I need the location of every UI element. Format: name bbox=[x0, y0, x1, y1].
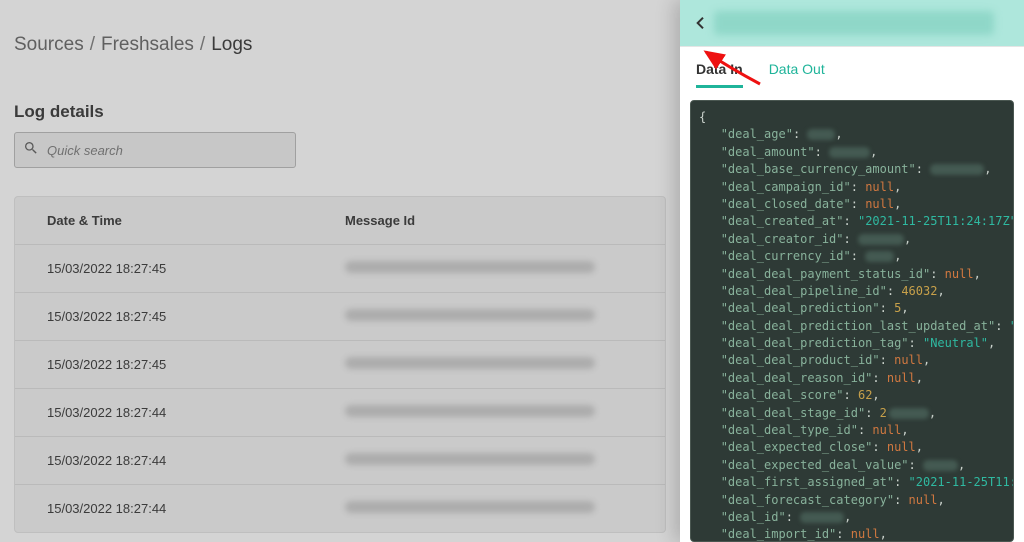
table-row[interactable]: 15/03/2022 18:27:44 bbox=[15, 437, 665, 485]
column-date: Date & Time bbox=[15, 213, 345, 228]
detail-panel: Data In Data Out { "deal_age": , "deal_a… bbox=[680, 0, 1024, 542]
table-row[interactable]: 15/03/2022 18:27:44 bbox=[15, 389, 665, 437]
breadcrumb-item[interactable]: Freshsales bbox=[101, 34, 194, 56]
table-row[interactable]: 15/03/2022 18:27:44 bbox=[15, 485, 665, 532]
cell-msg bbox=[345, 357, 665, 372]
cell-msg bbox=[345, 261, 665, 276]
cell-date: 15/03/2022 18:27:44 bbox=[15, 453, 345, 468]
table-row[interactable]: 15/03/2022 18:27:45 bbox=[15, 341, 665, 389]
tab-data-in[interactable]: Data In bbox=[696, 61, 743, 88]
json-viewer[interactable]: { "deal_age": , "deal_amount": , "deal_b… bbox=[690, 100, 1014, 542]
search-icon bbox=[23, 140, 45, 161]
search-box[interactable] bbox=[14, 132, 296, 168]
table-row[interactable]: 15/03/2022 18:27:45 bbox=[15, 245, 665, 293]
breadcrumb-item[interactable]: Sources bbox=[14, 34, 84, 56]
cell-msg bbox=[345, 309, 665, 324]
column-msg: Message Id bbox=[345, 213, 665, 228]
cell-date: 15/03/2022 18:27:44 bbox=[15, 501, 345, 516]
breadcrumb-separator: / bbox=[200, 34, 205, 56]
panel-tabs: Data In Data Out bbox=[680, 47, 1024, 88]
cell-msg bbox=[345, 405, 665, 420]
cell-date: 15/03/2022 18:27:45 bbox=[15, 309, 345, 324]
breadcrumb: Sources / Freshsales / Logs bbox=[14, 34, 666, 56]
panel-header bbox=[680, 0, 1024, 47]
search-input[interactable] bbox=[45, 142, 287, 159]
breadcrumb-current: Logs bbox=[211, 34, 252, 56]
back-button[interactable] bbox=[688, 10, 714, 36]
section-title: Log details bbox=[14, 102, 666, 122]
tab-data-out[interactable]: Data Out bbox=[769, 61, 825, 88]
cell-date: 15/03/2022 18:27:44 bbox=[15, 405, 345, 420]
cell-msg bbox=[345, 501, 665, 516]
table-header: Date & Time Message Id bbox=[15, 197, 665, 245]
table-row[interactable]: 15/03/2022 18:27:45 bbox=[15, 293, 665, 341]
cell-date: 15/03/2022 18:27:45 bbox=[15, 357, 345, 372]
breadcrumb-separator: / bbox=[90, 34, 95, 56]
panel-title bbox=[714, 11, 994, 35]
logs-table: Date & Time Message Id 15/03/2022 18:27:… bbox=[14, 196, 666, 533]
cell-date: 15/03/2022 18:27:45 bbox=[15, 261, 345, 276]
cell-msg bbox=[345, 453, 665, 468]
